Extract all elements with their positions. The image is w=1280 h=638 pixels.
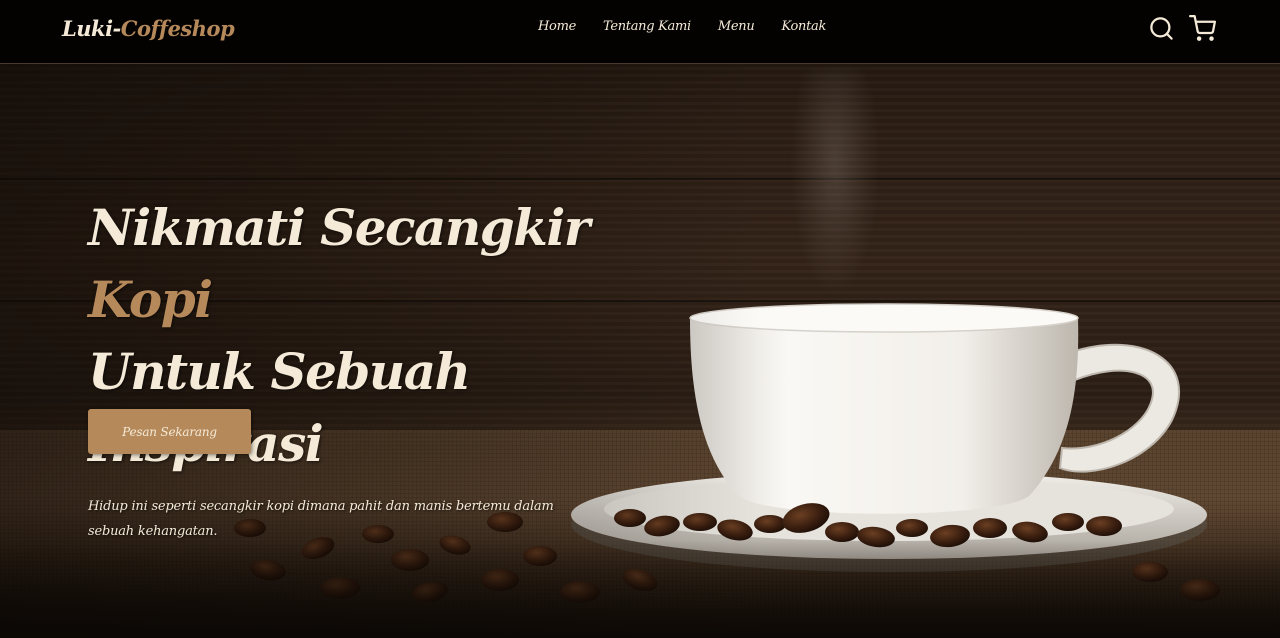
hero-title-accent: Kopi: [88, 270, 213, 329]
hero-title-part1: Nikmati Secangkir: [88, 198, 590, 257]
nav-link-kontak[interactable]: Kontak: [781, 19, 826, 34]
bottom-fade-overlay: [0, 540, 1280, 638]
hero-content: Nikmati Secangkir Kopi Untuk Sebuah Insp…: [88, 192, 608, 544]
nav-link-tentang-kami[interactable]: Tentang Kami: [603, 19, 691, 34]
search-icon[interactable]: [1148, 15, 1175, 42]
brand-name: Luki-: [62, 16, 121, 41]
nav-links: Home Tentang Kami Menu Kontak: [538, 19, 826, 34]
nav-link-home[interactable]: Home: [538, 19, 576, 34]
brand-name-accent: Coffeshop: [120, 16, 235, 41]
hero-description: Hidup ini seperti secangkir kopi dimana …: [88, 499, 554, 539]
nav-link-menu[interactable]: Menu: [718, 19, 755, 34]
nav-icons: [1148, 15, 1216, 42]
brand-logo[interactable]: Luki-Coffeshop: [62, 16, 235, 41]
cup-handle: [1058, 343, 1180, 473]
shopping-cart-icon[interactable]: [1189, 15, 1216, 42]
navbar: Luki-Coffeshop Home Tentang Kami Menu Ko…: [0, 0, 1280, 64]
order-now-button[interactable]: Pesan Sekarang: [88, 409, 251, 454]
